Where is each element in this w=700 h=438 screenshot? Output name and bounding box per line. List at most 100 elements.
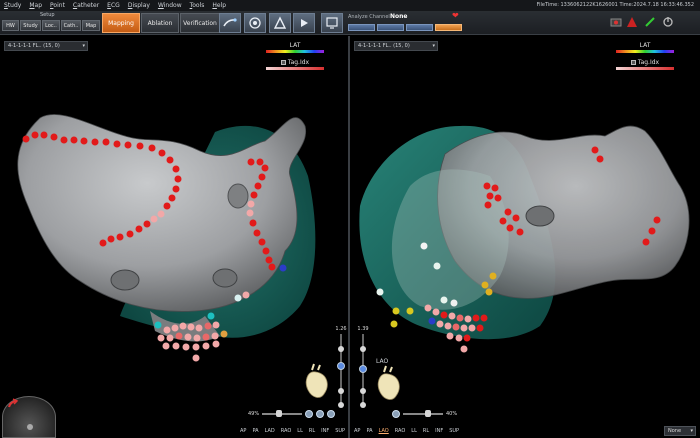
left-view-inf[interactable]: INF: [321, 428, 329, 434]
ablation-tag: [207, 312, 215, 320]
menu-study[interactable]: Study: [0, 0, 25, 11]
left-view-pa[interactable]: PA: [252, 428, 258, 434]
menu-display[interactable]: Display: [124, 0, 154, 11]
left-view-lad[interactable]: LAD: [265, 428, 275, 434]
display-select[interactable]: None ▾: [664, 426, 696, 436]
menu-catheter[interactable]: Catheter: [69, 0, 103, 11]
ablation-tag: [70, 136, 78, 144]
pulmonary-vein-ostium: [525, 205, 555, 227]
ablation-tag: [22, 135, 30, 143]
record-icon[interactable]: [610, 16, 622, 28]
left-view-rl[interactable]: RL: [309, 428, 315, 434]
setup-title: Setup: [40, 12, 55, 18]
ablation-tag: [113, 140, 121, 148]
left-view-presets: AP PA LAD RAO LL RL INF SUP: [240, 424, 345, 438]
right-view-lao[interactable]: LAO: [379, 428, 389, 434]
ablation-tag: [168, 194, 176, 202]
ablation-tag: [172, 342, 180, 350]
left-view-reset-button[interactable]: [305, 410, 314, 418]
monitor-tool-icon[interactable]: [321, 13, 343, 33]
left-view-ap[interactable]: AP: [240, 428, 246, 434]
alert-icon[interactable]: [626, 16, 638, 28]
triangle-tool-icon[interactable]: [269, 13, 291, 33]
left-view-sup[interactable]: SUP: [335, 428, 345, 434]
ablation-tag: [499, 217, 507, 225]
ablation-tag: [279, 264, 287, 272]
ablation-tag: [102, 138, 110, 146]
right-percent-knob[interactable]: [425, 410, 431, 417]
ablation-tag: [163, 326, 171, 334]
left-percent-knob[interactable]: [276, 410, 283, 417]
left-view-rao[interactable]: RAO: [281, 428, 292, 434]
left-view-rotate-button[interactable]: [316, 410, 325, 418]
right-view-rao[interactable]: RAO: [395, 428, 406, 434]
mode-verification-button[interactable]: Verification: [180, 13, 220, 33]
menu-help[interactable]: Help: [208, 0, 230, 11]
setup-location-button[interactable]: Loc..: [42, 20, 60, 31]
channel-button-1[interactable]: [348, 24, 375, 31]
menu-point[interactable]: Point: [46, 0, 69, 11]
right-3d-view[interactable]: 4-1-1-1-1 FL.. (15, 0) ▾ LAT Tag.Idx LAO…: [350, 36, 700, 438]
pulmonary-vein-ostium: [227, 183, 249, 209]
channel-button-4[interactable]: [435, 24, 462, 31]
right-view-rl[interactable]: RL: [423, 428, 429, 434]
heart-orientation-icon[interactable]: [377, 365, 400, 400]
left-view-lock-button[interactable]: [327, 410, 336, 418]
right-zoom-knob[interactable]: [359, 365, 367, 373]
setup-study-button[interactable]: Study: [20, 20, 41, 31]
ablation-tag: [154, 321, 162, 329]
left-3d-view[interactable]: 4-1-1-1-1 FL.. (15, 0) ▾ LAT Tag.Idx 1.2…: [0, 36, 348, 438]
left-zoom-knob[interactable]: [337, 361, 345, 370]
menu-tools[interactable]: Tools: [186, 0, 209, 11]
mode-mapping-button[interactable]: Mapping: [102, 13, 140, 33]
ablation-tag: [406, 307, 414, 315]
ablation-tag: [116, 233, 124, 241]
ablation-tag: [172, 185, 180, 193]
display-select-value: None: [668, 428, 682, 434]
signal-icon[interactable]: [644, 16, 656, 28]
right-view-inf[interactable]: INF: [435, 428, 443, 434]
right-anatomy-render[interactable]: [350, 36, 700, 438]
ablation-tag: [428, 317, 436, 325]
heart-orientation-icon[interactable]: [305, 363, 328, 398]
right-percent-slider[interactable]: [403, 410, 443, 417]
ablation-tag: [392, 307, 400, 315]
right-view-ll[interactable]: LL: [411, 428, 417, 434]
right-view-presets: AP PA LAO RAO LL RL INF SUP: [354, 424, 459, 438]
catheter-tool-icon[interactable]: [219, 13, 241, 33]
ablation-tag: [460, 345, 468, 353]
play-tool-icon[interactable]: [293, 13, 315, 33]
left-percent-slider[interactable]: [262, 410, 303, 417]
right-view-ap[interactable]: AP: [354, 428, 360, 434]
setup-hw-button[interactable]: HW: [2, 20, 19, 31]
setup-map-button[interactable]: Map: [82, 20, 100, 31]
ablation-tag: [50, 133, 58, 141]
ablation-tag: [249, 219, 257, 227]
ablation-tag: [444, 322, 452, 330]
power-icon[interactable]: [662, 16, 674, 28]
channel-button-2[interactable]: [377, 24, 404, 31]
ablation-tag: [172, 165, 180, 173]
analyze-channel-value[interactable]: None: [390, 13, 407, 20]
menu-map[interactable]: Map: [25, 0, 46, 11]
right-percent-row: 40%: [392, 409, 457, 419]
setup-catheter-button[interactable]: Cath..: [61, 20, 81, 31]
sphere-tool-icon[interactable]: [244, 13, 266, 33]
left-anatomy-render[interactable]: [0, 36, 348, 438]
ablation-tag: [247, 158, 255, 166]
channel-button-3[interactable]: [406, 24, 433, 31]
ablation-tag: [253, 229, 261, 237]
right-view-sup[interactable]: SUP: [449, 428, 459, 434]
ablation-tag: [265, 256, 273, 264]
right-view-reset-button[interactable]: [392, 410, 400, 418]
menu-ecg[interactable]: ECG: [103, 0, 124, 11]
ablation-tag: [432, 308, 440, 316]
ablation-tag: [158, 149, 166, 157]
left-view-ll[interactable]: LL: [297, 428, 303, 434]
right-view-pa[interactable]: PA: [366, 428, 372, 434]
mode-ablation-button[interactable]: Ablation: [141, 13, 179, 33]
right-zoom-slider[interactable]: 1.39: [356, 326, 370, 418]
navigation-compass[interactable]: [2, 396, 56, 438]
menu-window[interactable]: Window: [154, 0, 186, 11]
left-zoom-slider[interactable]: 1.26: [334, 326, 348, 418]
